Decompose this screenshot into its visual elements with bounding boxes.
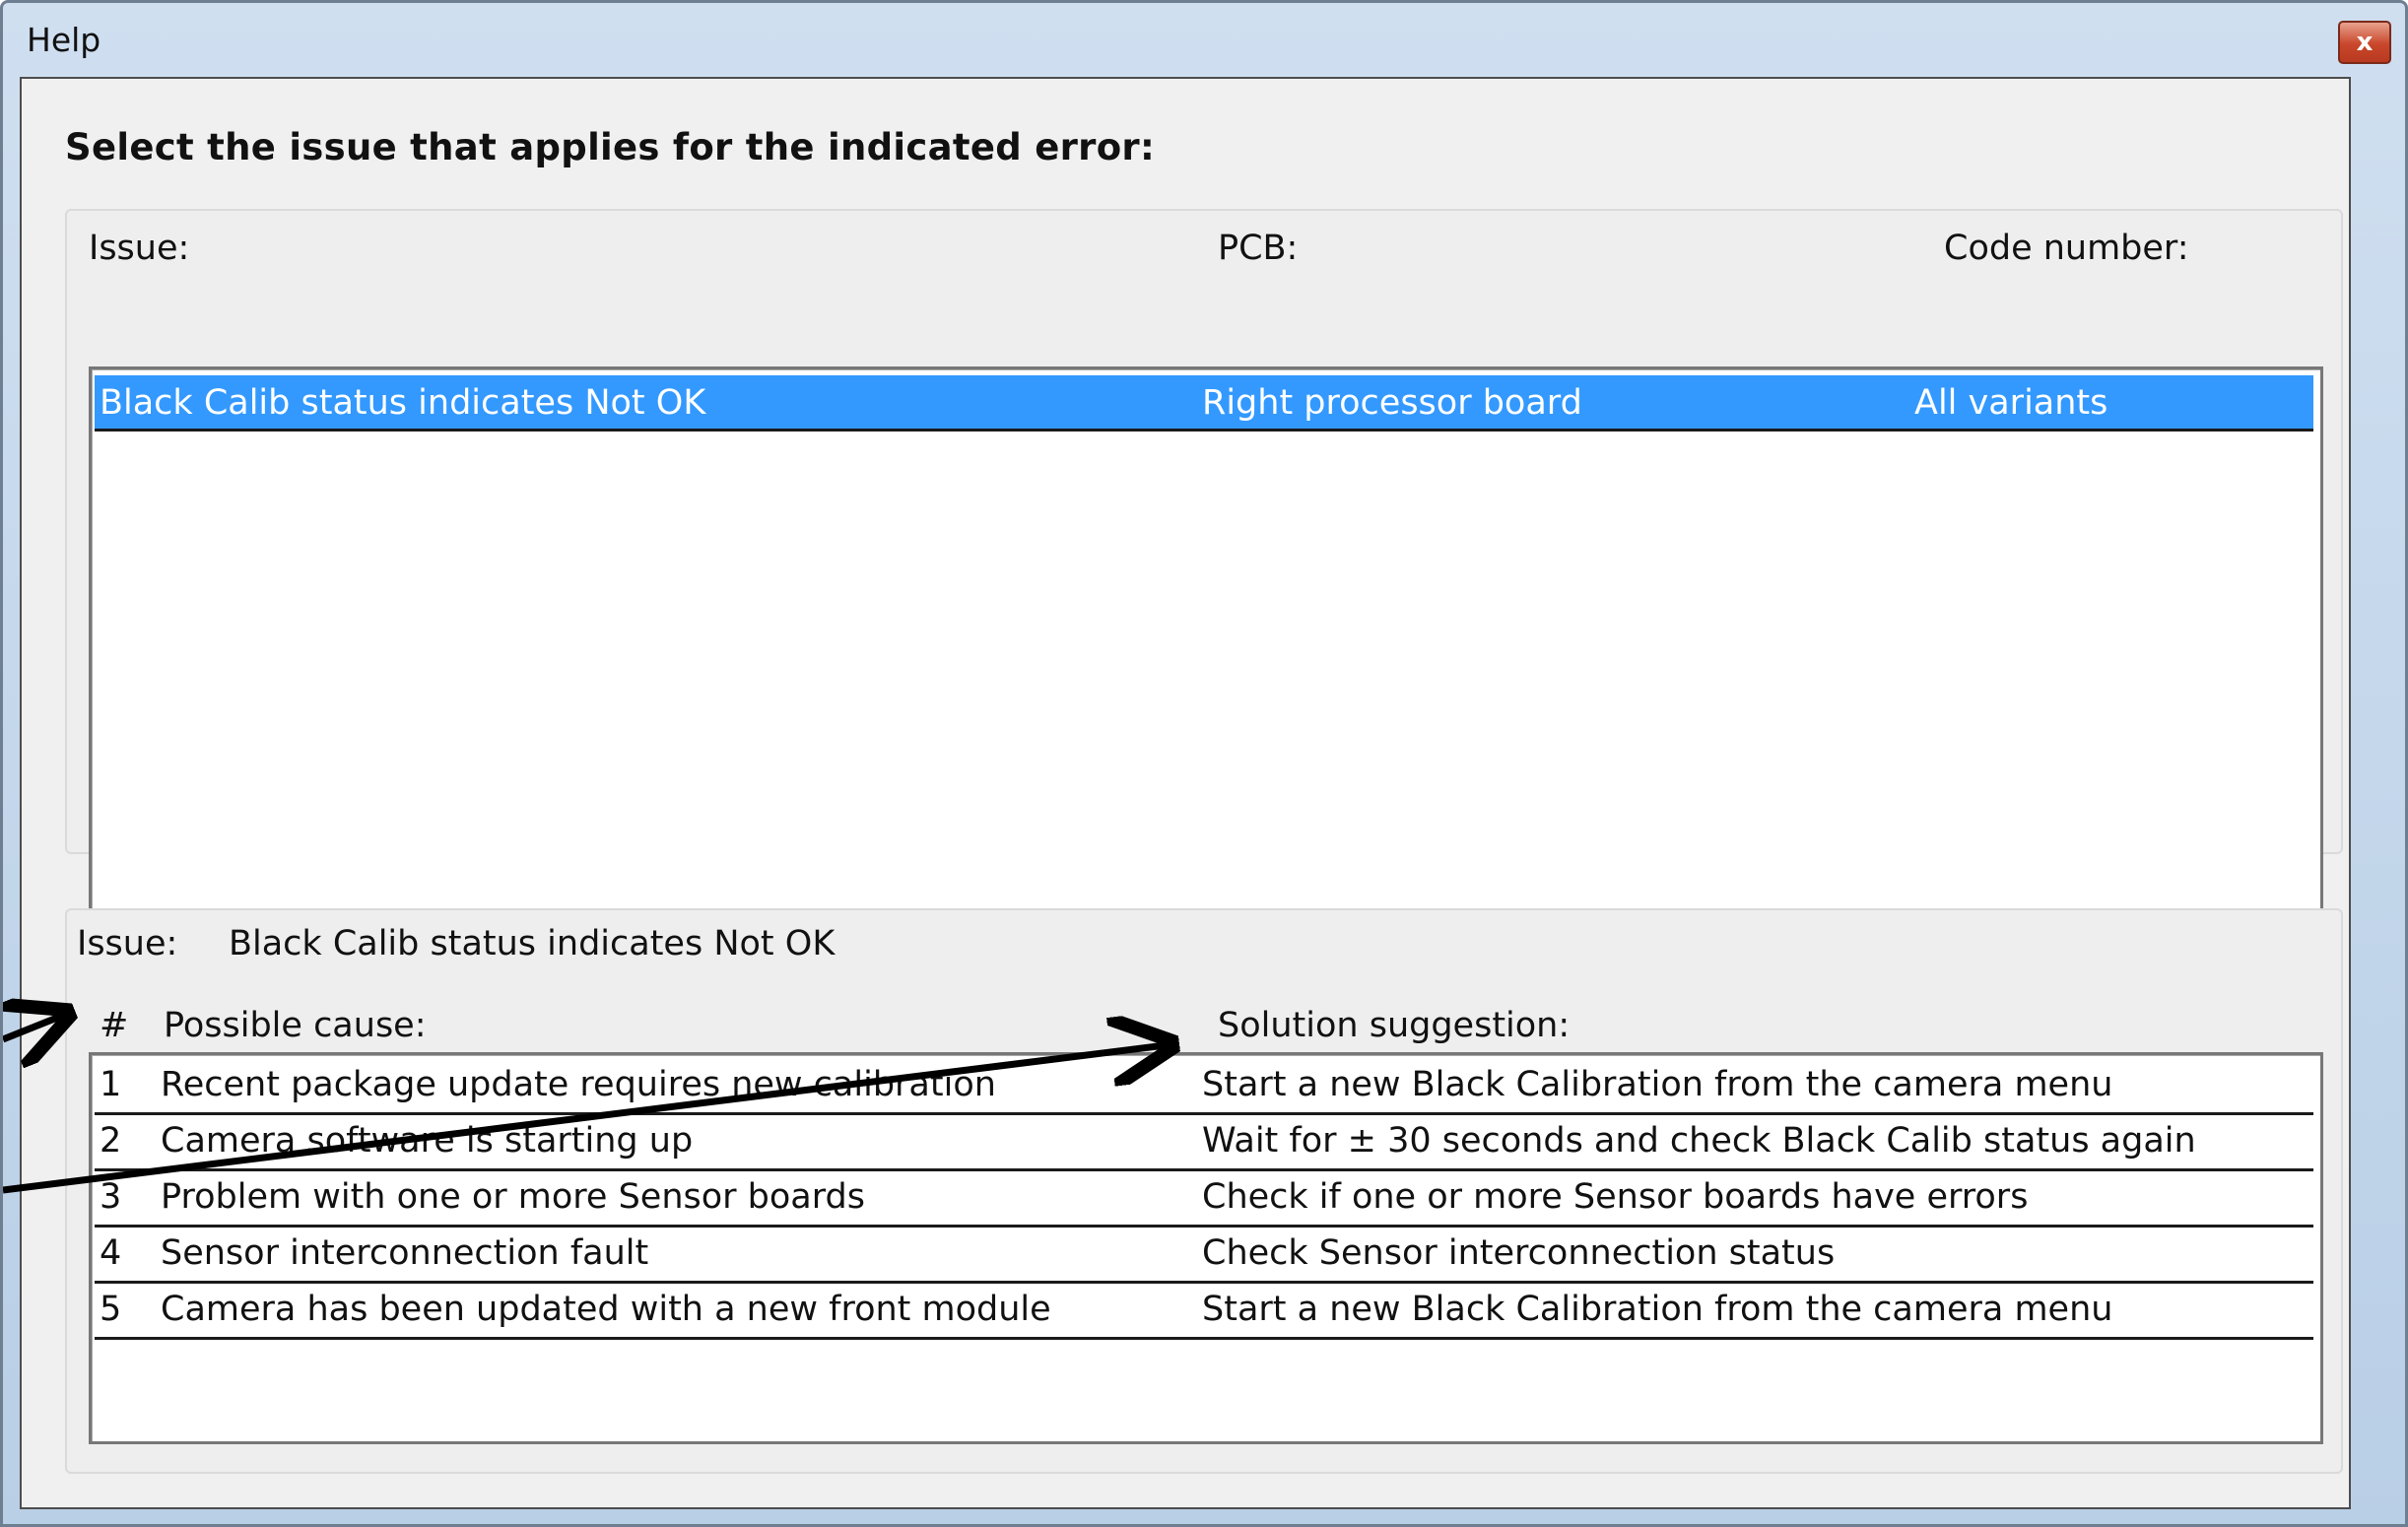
cause-cell: Problem with one or more Sensor boards <box>161 1177 865 1217</box>
issue-listbox[interactable]: Black Calib status indicates Not OK Righ… <box>89 366 2323 918</box>
table-row[interactable]: 1 Recent package update requires new cal… <box>95 1059 2313 1115</box>
table-row[interactable]: 5 Camera has been updated with a new fro… <box>95 1284 2313 1340</box>
row-number: 2 <box>100 1121 122 1161</box>
cause-cell: Camera has been updated with a new front… <box>161 1290 1051 1329</box>
solution-cell: Wait for ± 30 seconds and check Black Ca… <box>1202 1121 2196 1161</box>
number-column-header: # <box>100 1006 129 1045</box>
table-row[interactable]: 2 Camera software is starting up Wait fo… <box>95 1115 2313 1171</box>
detail-issue-label: Issue: <box>77 924 178 963</box>
instruction-heading: Select the issue that applies for the in… <box>65 126 1156 168</box>
details-group: Issue: Black Calib status indicates Not … <box>65 908 2343 1474</box>
detail-issue-value: Black Calib status indicates Not OK <box>229 924 836 963</box>
title-bar[interactable]: Help x <box>3 3 2405 74</box>
table-row[interactable]: 4 Sensor interconnection fault Check Sen… <box>95 1228 2313 1284</box>
code-number-column-header: Code number: <box>1944 229 2189 268</box>
pcb-cell: Right processor board <box>1202 383 1582 423</box>
help-dialog: Help x Select the issue that applies for… <box>0 0 2408 1527</box>
solution-cell: Start a new Black Calibration from the c… <box>1202 1290 2113 1329</box>
issue-cell: Black Calib status indicates Not OK <box>100 383 706 423</box>
cause-cell: Recent package update requires new calib… <box>161 1065 996 1104</box>
solution-cell: Check if one or more Sensor boards have … <box>1202 1177 2029 1217</box>
possible-cause-column-header: Possible cause: <box>164 1006 427 1045</box>
code-cell: All variants <box>1914 383 2108 423</box>
window-title: Help <box>27 21 101 59</box>
row-number: 4 <box>100 1233 122 1273</box>
pcb-column-header: PCB: <box>1218 229 1299 268</box>
dialog-client-area: Select the issue that applies for the in… <box>20 77 2351 1509</box>
solution-column-header: Solution suggestion: <box>1218 1006 1571 1045</box>
close-icon: x <box>2356 28 2374 57</box>
cause-solution-listbox[interactable]: 1 Recent package update requires new cal… <box>89 1052 2323 1444</box>
issue-row-selected[interactable]: Black Calib status indicates Not OK Righ… <box>95 375 2313 432</box>
cause-cell: Camera software is starting up <box>161 1121 694 1161</box>
close-button[interactable]: x <box>2338 21 2391 64</box>
row-number: 1 <box>100 1065 122 1104</box>
row-number: 5 <box>100 1290 122 1329</box>
solution-cell: Start a new Black Calibration from the c… <box>1202 1065 2113 1104</box>
issue-group: Issue: PCB: Code number: Black Calib sta… <box>65 209 2343 918</box>
cause-cell: Sensor interconnection fault <box>161 1233 649 1273</box>
table-row[interactable]: 3 Problem with one or more Sensor boards… <box>95 1171 2313 1228</box>
row-number: 3 <box>100 1177 122 1217</box>
solution-cell: Check Sensor interconnection status <box>1202 1233 1836 1273</box>
issue-column-header: Issue: <box>89 229 190 268</box>
